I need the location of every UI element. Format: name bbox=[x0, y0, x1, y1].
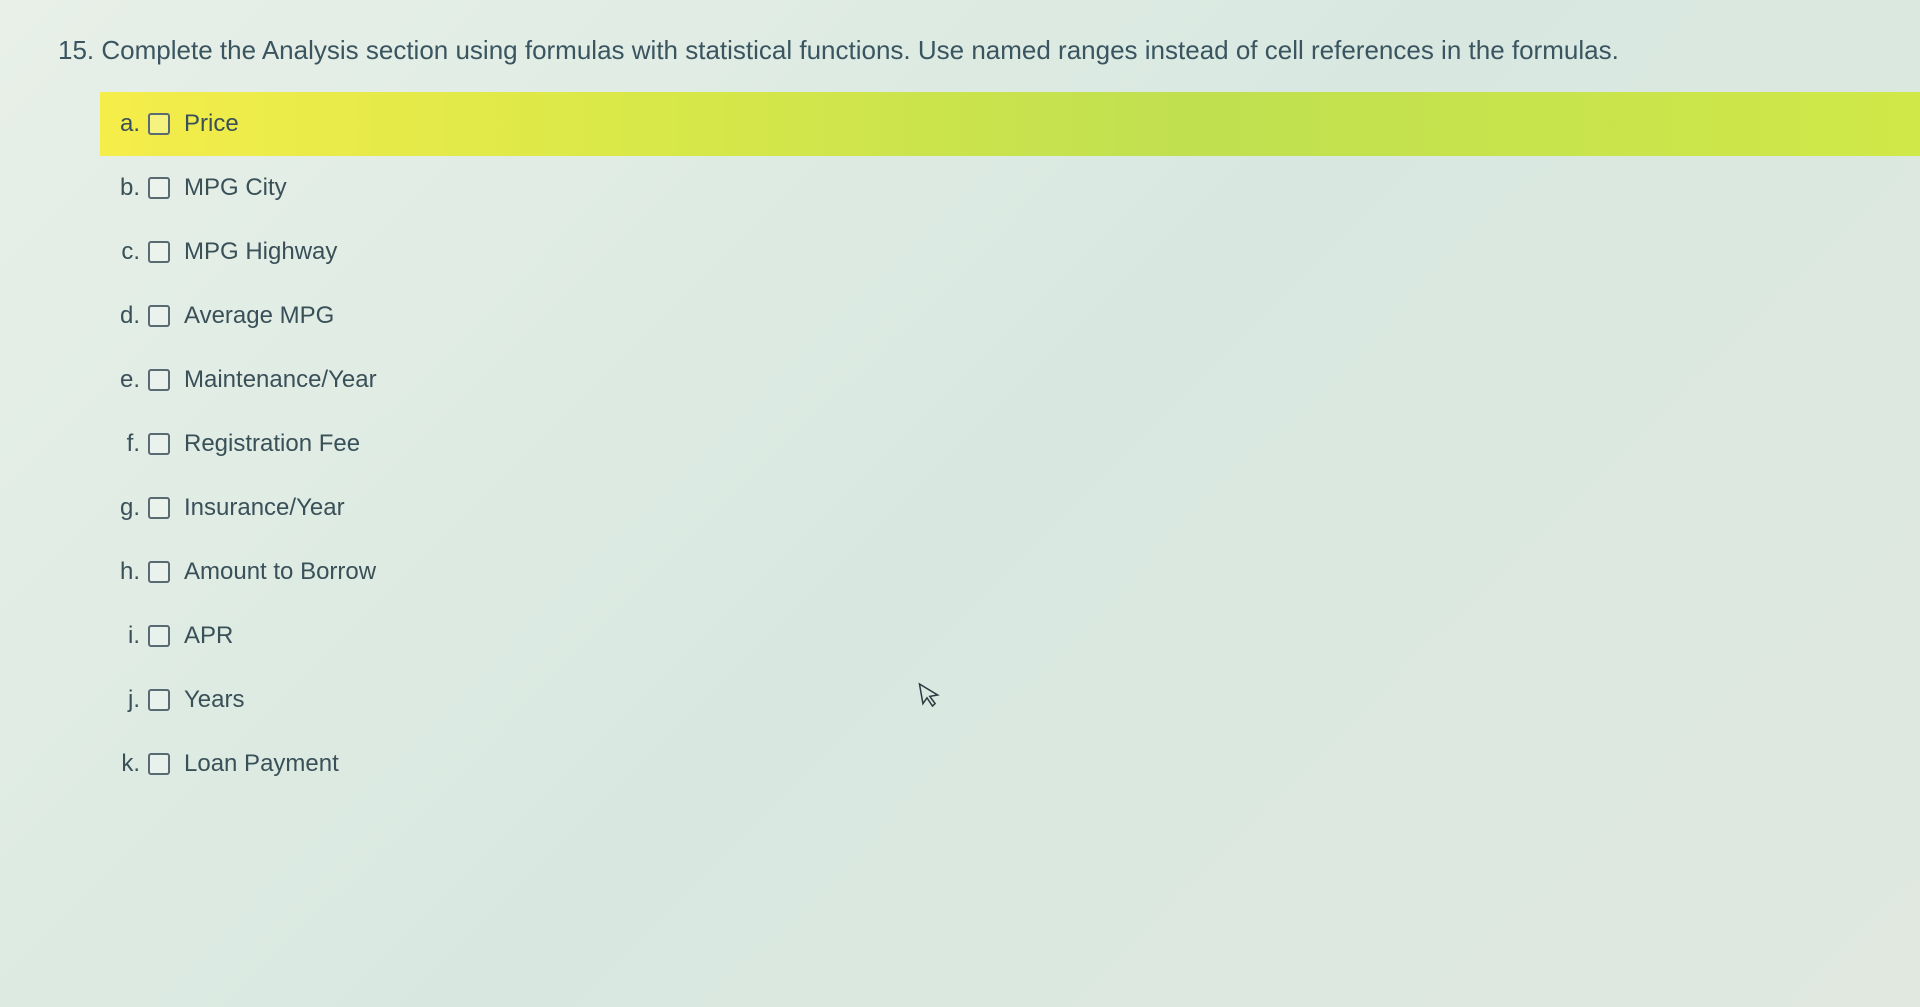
checkbox-icon[interactable] bbox=[148, 497, 170, 519]
checkbox-icon[interactable] bbox=[148, 177, 170, 199]
checkbox-icon[interactable] bbox=[148, 753, 170, 775]
item-letter: d. bbox=[110, 302, 140, 330]
checkbox-icon[interactable] bbox=[148, 689, 170, 711]
list-item: h. Amount to Borrow bbox=[110, 540, 1870, 604]
item-letter: h. bbox=[110, 558, 140, 586]
item-label: Years bbox=[184, 686, 1870, 714]
item-label: Amount to Borrow bbox=[184, 558, 1870, 586]
list-item: a. Price bbox=[100, 92, 1920, 156]
item-label: Average MPG bbox=[184, 302, 1870, 330]
checkbox-icon[interactable] bbox=[148, 113, 170, 135]
checkbox-icon[interactable] bbox=[148, 305, 170, 327]
list-item: i. APR bbox=[110, 604, 1870, 668]
item-letter: c. bbox=[110, 238, 140, 266]
list-item: b. MPG City bbox=[110, 156, 1870, 220]
item-label: Registration Fee bbox=[184, 430, 1870, 458]
sub-items-list: a. Price b. MPG City c. MPG Highway d. A… bbox=[50, 92, 1870, 796]
checkbox-icon[interactable] bbox=[148, 433, 170, 455]
item-letter: e. bbox=[110, 366, 140, 394]
question-number: 15. bbox=[58, 35, 94, 65]
item-letter: b. bbox=[110, 174, 140, 202]
list-item: f. Registration Fee bbox=[110, 412, 1870, 476]
list-item: g. Insurance/Year bbox=[110, 476, 1870, 540]
question-body: Complete the Analysis section using form… bbox=[101, 35, 1618, 65]
item-letter: f. bbox=[110, 430, 140, 458]
checkbox-icon[interactable] bbox=[148, 241, 170, 263]
item-letter: g. bbox=[110, 494, 140, 522]
item-letter: j. bbox=[110, 686, 140, 714]
item-label: Insurance/Year bbox=[184, 494, 1870, 522]
item-letter: i. bbox=[110, 622, 140, 650]
question-text: 15. Complete the Analysis section using … bbox=[50, 30, 1870, 72]
item-label: APR bbox=[184, 622, 1870, 650]
item-label: Maintenance/Year bbox=[184, 366, 1870, 394]
list-item: k. Loan Payment bbox=[110, 732, 1870, 796]
list-item: d. Average MPG bbox=[110, 284, 1870, 348]
item-label: Price bbox=[184, 110, 1870, 138]
checkbox-icon[interactable] bbox=[148, 561, 170, 583]
item-label: MPG Highway bbox=[184, 238, 1870, 266]
list-item: c. MPG Highway bbox=[110, 220, 1870, 284]
checkbox-icon[interactable] bbox=[148, 625, 170, 647]
item-letter: k. bbox=[110, 750, 140, 778]
item-label: MPG City bbox=[184, 174, 1870, 202]
list-item: e. Maintenance/Year bbox=[110, 348, 1870, 412]
checkbox-icon[interactable] bbox=[148, 369, 170, 391]
item-letter: a. bbox=[110, 110, 140, 138]
item-label: Loan Payment bbox=[184, 750, 1870, 778]
list-item: j. Years bbox=[110, 668, 1870, 732]
